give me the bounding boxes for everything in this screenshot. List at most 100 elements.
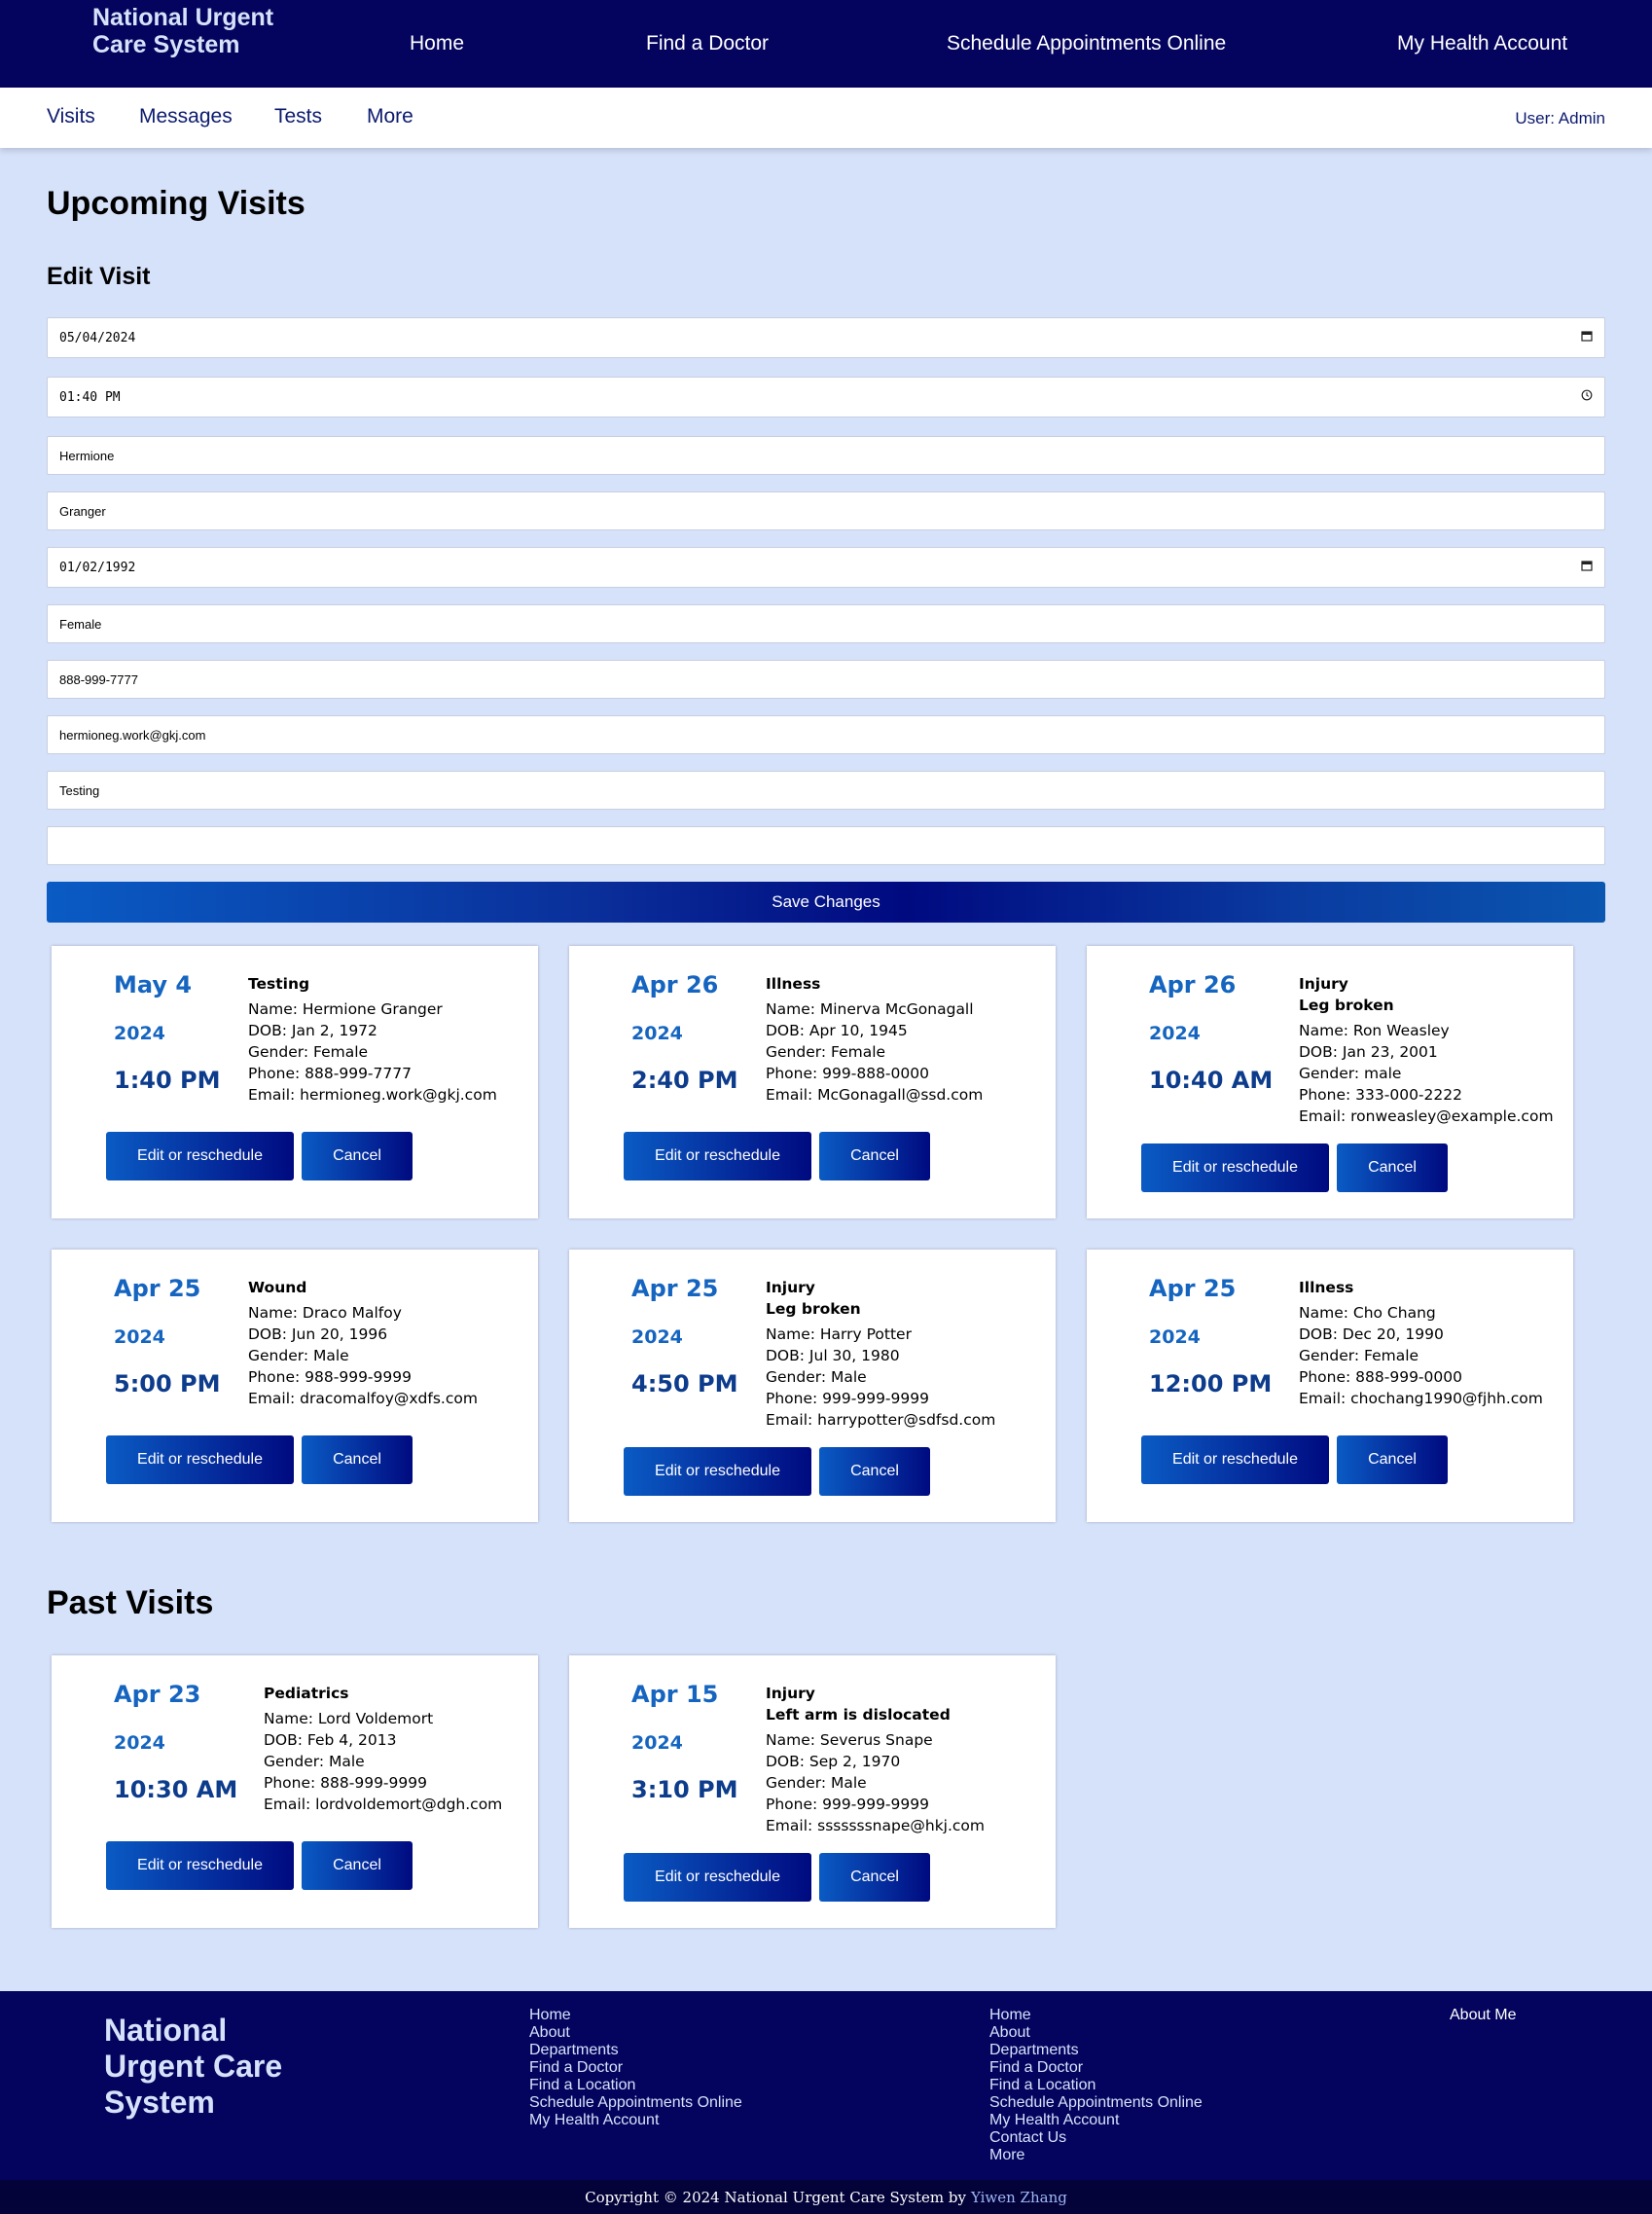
gender-input[interactable]: Female	[47, 604, 1605, 643]
copyright-bar: Copyright © 2024 National Urgent Care Sy…	[0, 2180, 1652, 2214]
calendar-icon[interactable]	[1581, 560, 1593, 575]
visit-time: 1:40 PM	[114, 1067, 221, 1094]
footer-link-find-location[interactable]: Find a Location	[989, 2077, 1203, 2094]
reason-input[interactable]: Testing	[47, 771, 1605, 810]
reason-value: Testing	[59, 782, 100, 798]
subnav-messages[interactable]: Messages	[139, 105, 233, 128]
footer-link-schedule[interactable]: Schedule Appointments Online	[529, 2094, 742, 2112]
visit-time: 10:30 AM	[114, 1776, 238, 1803]
footer-link-find-doctor[interactable]: Find a Doctor	[529, 2059, 742, 2077]
visit-type: Testing	[248, 975, 310, 993]
date-input[interactable]: 05/04/2024	[47, 317, 1605, 358]
footer-link-about[interactable]: About	[529, 2024, 742, 2042]
footer-brand[interactable]: National Urgent Care System	[104, 2013, 318, 2121]
visit-info: Injury Left arm is dislocated Name: Seve…	[766, 1683, 985, 1836]
cancel-button[interactable]: Cancel	[302, 1841, 413, 1890]
subnav-tests[interactable]: Tests	[274, 105, 322, 128]
email-input[interactable]: hermioneg.work@gkj.com	[47, 715, 1605, 754]
nav-find-doctor[interactable]: Find a Doctor	[646, 32, 769, 55]
footer-link-departments[interactable]: Departments	[989, 2042, 1203, 2059]
footer-link-about[interactable]: About	[989, 2024, 1203, 2042]
footer-link-schedule[interactable]: Schedule Appointments Online	[989, 2094, 1203, 2112]
patient-phone: Phone: 999-999-9999	[766, 1390, 929, 1407]
footer-links-col2: Home About Departments Find a Doctor Fin…	[989, 2007, 1203, 2164]
visit-year: 2024	[631, 1732, 683, 1754]
nav-health-account[interactable]: My Health Account	[1397, 32, 1567, 55]
phone-input[interactable]: 888-999-7777	[47, 660, 1605, 699]
cancel-button[interactable]: Cancel	[819, 1853, 930, 1902]
clock-icon[interactable]	[1581, 389, 1593, 405]
visit-type: Illness	[1299, 1279, 1354, 1296]
edit-reschedule-button[interactable]: Edit or reschedule	[106, 1435, 294, 1484]
footer-link-more[interactable]: More	[989, 2147, 1203, 2164]
edit-reschedule-button[interactable]: Edit or reschedule	[106, 1132, 294, 1180]
visit-time: 3:10 PM	[631, 1776, 738, 1803]
patient-phone: Phone: 999-888-0000	[766, 1065, 929, 1082]
calendar-icon[interactable]	[1581, 330, 1593, 345]
edit-reschedule-button[interactable]: Edit or reschedule	[106, 1841, 294, 1890]
patient-dob: DOB: Dec 20, 1990	[1299, 1325, 1444, 1343]
visit-date: Apr 25	[114, 1275, 201, 1302]
cancel-button[interactable]: Cancel	[819, 1447, 930, 1496]
subnav-visits[interactable]: Visits	[47, 105, 95, 128]
nav-home[interactable]: Home	[410, 32, 464, 55]
patient-name: Name: Draco Malfoy	[248, 1304, 402, 1322]
visit-card: Apr 25 2024 4:50 PM Injury Leg broken Na…	[569, 1250, 1056, 1522]
edit-reschedule-button[interactable]: Edit or reschedule	[1141, 1435, 1329, 1484]
copyright-text: Copyright © 2024 National Urgent Care Sy…	[585, 2188, 966, 2206]
visit-detail: Leg broken	[766, 1300, 861, 1318]
cancel-button[interactable]: Cancel	[1337, 1435, 1448, 1484]
edit-reschedule-button[interactable]: Edit or reschedule	[624, 1853, 811, 1902]
footer-link-health-account[interactable]: My Health Account	[529, 2112, 742, 2129]
footer-link-find-doctor[interactable]: Find a Doctor	[989, 2059, 1203, 2077]
time-value: 01:40 PM	[59, 389, 121, 405]
edit-reschedule-button[interactable]: Edit or reschedule	[1141, 1143, 1329, 1192]
patient-phone: Phone: 888-999-9999	[264, 1774, 427, 1792]
visit-card: Apr 26 2024 10:40 AM Injury Leg broken N…	[1087, 946, 1573, 1218]
footer-about-me[interactable]: About Me	[1450, 2007, 1516, 2024]
patient-email: Email: chochang1990@fjhh.com	[1299, 1390, 1543, 1407]
brand-logo[interactable]: National Urgent Care System	[92, 4, 287, 58]
patient-name: Name: Ron Weasley	[1299, 1022, 1450, 1039]
visit-year: 2024	[1149, 1023, 1201, 1044]
cancel-button[interactable]: Cancel	[819, 1132, 930, 1180]
footer-link-contact[interactable]: Contact Us	[989, 2129, 1203, 2147]
footer: National Urgent Care System Home About D…	[0, 1991, 1652, 2180]
patient-dob: DOB: Sep 2, 1970	[766, 1753, 901, 1770]
visit-type: Injury	[766, 1685, 815, 1702]
nav-schedule[interactable]: Schedule Appointments Online	[947, 32, 1226, 55]
cancel-button[interactable]: Cancel	[302, 1132, 413, 1180]
cancel-button[interactable]: Cancel	[302, 1435, 413, 1484]
visit-year: 2024	[114, 1732, 165, 1754]
patient-name: Name: Hermione Granger	[248, 1000, 443, 1018]
patient-email: Email: dracomalfoy@xdfs.com	[248, 1390, 478, 1407]
dob-input[interactable]: 01/02/1992	[47, 547, 1605, 588]
time-input[interactable]: 01:40 PM	[47, 377, 1605, 417]
patient-gender: Gender: Male	[264, 1753, 365, 1770]
last-name-input[interactable]: Granger	[47, 491, 1605, 530]
footer-link-health-account[interactable]: My Health Account	[989, 2112, 1203, 2129]
footer-link-home[interactable]: Home	[529, 2007, 742, 2024]
edit-reschedule-button[interactable]: Edit or reschedule	[624, 1447, 811, 1496]
visit-date: Apr 26	[1149, 971, 1237, 998]
visit-date: Apr 25	[1149, 1275, 1237, 1302]
subnav-more[interactable]: More	[367, 105, 413, 128]
author-link[interactable]: Yiwen Zhang	[971, 2189, 1067, 2206]
edit-reschedule-button[interactable]: Edit or reschedule	[624, 1132, 811, 1180]
save-changes-button[interactable]: Save Changes	[47, 882, 1605, 923]
phone-value: 888-999-7777	[59, 671, 138, 687]
patient-dob: DOB: Feb 4, 2013	[264, 1731, 397, 1749]
footer-link-home[interactable]: Home	[989, 2007, 1203, 2024]
first-name-value: Hermione	[59, 448, 115, 463]
visit-time: 2:40 PM	[631, 1067, 738, 1094]
cancel-button[interactable]: Cancel	[1337, 1143, 1448, 1192]
footer-link-departments[interactable]: Departments	[529, 2042, 742, 2059]
footer-link-find-location[interactable]: Find a Location	[529, 2077, 742, 2094]
first-name-input[interactable]: Hermione	[47, 436, 1605, 475]
visit-time: 10:40 AM	[1149, 1067, 1274, 1094]
upcoming-visits-title: Upcoming Visits	[47, 185, 305, 222]
patient-name: Name: Lord Voldemort	[264, 1710, 434, 1727]
notes-input[interactable]	[47, 826, 1605, 865]
patient-dob: DOB: Jan 2, 1972	[248, 1022, 377, 1039]
visit-year: 2024	[114, 1023, 165, 1044]
